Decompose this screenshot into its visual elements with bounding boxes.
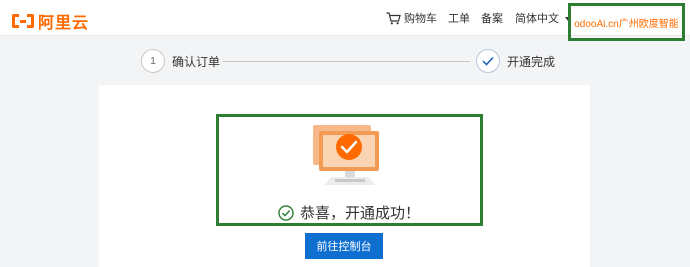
nav-ticket[interactable]: 工单 — [448, 0, 470, 36]
nav-ticket-label: 工单 — [448, 13, 470, 25]
logo-text: 阿里云 — [38, 15, 90, 32]
step-1-circle: 1 — [141, 49, 165, 73]
nav-cart[interactable]: 购物车 — [386, 0, 437, 36]
user-account-name: odooAi.cn广州欧度智能 — [574, 18, 679, 30]
step-2-label: 开通完成 — [507, 55, 556, 69]
language-label: 简体中文 — [515, 13, 559, 25]
go-to-console-button[interactable]: 前往控制台 — [305, 233, 383, 259]
computer-check-illustration — [313, 125, 379, 185]
nav-record-label: 备案 — [481, 13, 503, 25]
step-connector — [223, 61, 470, 62]
check-icon — [482, 56, 494, 66]
step-1-label: 确认订单 — [172, 55, 221, 69]
cart-icon — [386, 11, 401, 24]
language-selector[interactable]: 简体中文 — [515, 0, 571, 36]
aliyun-logo-icon — [12, 14, 34, 28]
aliyun-logo[interactable]: 阿里云 — [12, 9, 89, 33]
success-text: 恭喜，开通成功！ — [300, 205, 421, 222]
user-account-highlight[interactable]: odooAi.cn广州欧度智能 — [568, 3, 685, 41]
check-circle-icon — [278, 204, 294, 221]
nav-record[interactable]: 备案 — [481, 0, 503, 36]
step-1-number: 1 — [150, 55, 156, 67]
step-2-circle — [476, 49, 500, 73]
nav-cart-label: 购物车 — [404, 13, 437, 25]
success-message: 恭喜，开通成功！ — [278, 202, 420, 223]
